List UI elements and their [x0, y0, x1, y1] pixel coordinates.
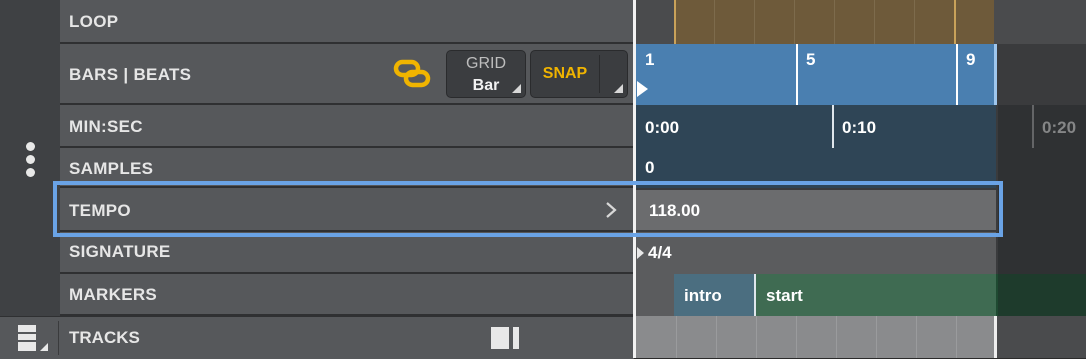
grid-line — [714, 0, 715, 44]
samples-ruler-active — [636, 148, 996, 188]
grid-line — [676, 316, 677, 358]
bar-5-line — [796, 44, 798, 105]
grid-title: GRID — [466, 55, 506, 72]
playhead-marker-icon[interactable] — [636, 80, 650, 98]
marker-start-label: start — [766, 286, 803, 305]
markers-row-header[interactable]: MARKERS — [60, 274, 634, 316]
grid-line — [756, 316, 757, 358]
grid-button[interactable]: GRID Bar — [446, 50, 526, 98]
marker-start[interactable]: start — [756, 274, 996, 316]
tempo-value: 118.00 — [649, 201, 701, 220]
signature-label: SIGNATURE — [69, 242, 171, 261]
loop-lane[interactable] — [636, 0, 1086, 44]
minsec-row-header[interactable]: MIN:SEC — [60, 105, 634, 148]
samples-row-header[interactable]: SAMPLES — [60, 148, 634, 188]
marker-intro[interactable]: intro — [674, 274, 754, 316]
signature-segment[interactable] — [636, 232, 996, 274]
tempo-row-header[interactable]: TEMPO — [60, 188, 634, 232]
header-timeline-divider[interactable] — [633, 0, 636, 358]
tick-10s — [832, 105, 834, 148]
snap-options-icon[interactable] — [614, 84, 623, 93]
tracks-lane-active — [636, 316, 994, 358]
grid-line — [874, 0, 875, 44]
snap-label: SNAP — [542, 65, 588, 82]
snap-separator — [599, 55, 600, 93]
time-label-10: 0:10 — [842, 118, 877, 137]
tracks-end-marker — [994, 316, 997, 358]
samples-label: SAMPLES — [69, 159, 154, 178]
loop-lane-tail — [996, 0, 1086, 44]
bar-9-line — [956, 44, 958, 105]
ruler-end-marker — [994, 44, 997, 105]
vertical-dots-icon[interactable] — [24, 142, 36, 178]
left-gutter — [0, 0, 61, 316]
bar-number-9: 9 — [966, 50, 976, 69]
signature-row-header[interactable]: SIGNATURE — [60, 232, 634, 274]
grid-line — [754, 0, 755, 44]
markers-label: MARKERS — [69, 285, 158, 304]
bar-number-1: 1 — [645, 50, 655, 69]
loop-label: LOOP — [69, 12, 119, 31]
grid-line — [796, 316, 797, 358]
grid-line — [834, 0, 835, 44]
grid-line — [876, 316, 877, 358]
grid-line — [914, 0, 915, 44]
timeline-area[interactable]: 1 5 9 0:00 0:10 0:20 0 118.00 4/4 intro … — [636, 0, 1086, 358]
tracks-row: TRACKS — [0, 316, 634, 359]
track-list-icon[interactable] — [16, 323, 52, 355]
grid-line — [836, 316, 837, 358]
bars-ruler[interactable]: 1 5 9 — [636, 44, 1086, 105]
minsec-label: MIN:SEC — [69, 117, 143, 136]
grid-line — [916, 316, 917, 358]
minsec-ruler-active — [636, 105, 996, 148]
loop-row-header[interactable]: LOOP — [60, 0, 634, 44]
grid-line — [794, 0, 795, 44]
loop-end-line — [954, 0, 956, 44]
marker-intro-label: intro — [684, 286, 722, 305]
time-label-0: 0:00 — [645, 118, 680, 137]
song-end-overlay — [998, 105, 1086, 316]
split-view-icon[interactable] — [490, 326, 522, 350]
signature-marker-icon — [637, 247, 644, 259]
bar-number-5: 5 — [806, 50, 816, 69]
bars-beats-label: BARS | BEATS — [69, 65, 192, 84]
samples-start-label: 0 — [645, 158, 655, 177]
tracks-lane[interactable] — [636, 316, 1086, 358]
tempo-label: TEMPO — [69, 201, 131, 220]
grid-line — [956, 316, 957, 358]
markers-lane-pre — [636, 274, 674, 316]
chevron-right-icon[interactable] — [604, 201, 618, 219]
loop-start-line — [674, 0, 676, 44]
dropdown-corner-icon — [512, 84, 521, 93]
chain-link-icon[interactable] — [393, 58, 431, 90]
tracks-label: TRACKS — [69, 328, 140, 347]
bars-ruler-active — [636, 44, 996, 105]
signature-value: 4/4 — [648, 243, 672, 262]
tracks-divider — [58, 321, 59, 355]
snap-button[interactable]: SNAP — [530, 50, 628, 98]
grid-line — [716, 316, 717, 358]
